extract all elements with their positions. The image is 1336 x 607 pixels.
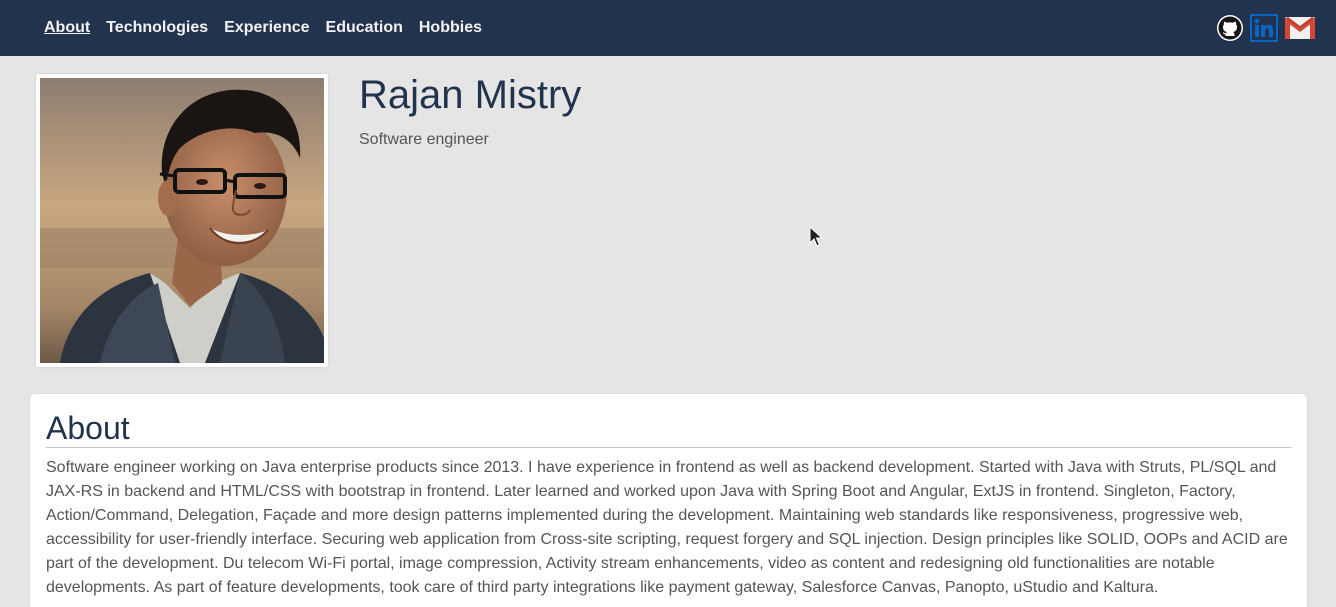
nav-link-experience[interactable]: Experience [224,19,309,37]
nav-link-technologies[interactable]: Technologies [106,19,208,37]
nav-link-hobbies[interactable]: Hobbies [419,19,482,37]
about-text: Software engineer working on Java enterp… [46,459,1288,596]
nav-links: About Technologies Experience Education … [44,19,498,37]
about-section: About Software engineer working on Java … [29,393,1308,607]
profile-name: Rajan Mistry [359,73,582,117]
github-icon[interactable] [1216,14,1244,42]
nav-link-about[interactable]: About [44,19,90,37]
profile-title: Software engineer [359,131,489,148]
profile-header: Rajan Mistry Software engineer [0,56,1336,384]
linkedin-icon[interactable] [1250,14,1278,42]
top-navbar: About Technologies Experience Education … [0,0,1336,56]
gmail-icon[interactable] [1284,14,1316,42]
mouse-cursor-icon [809,226,823,247]
social-links [1210,14,1316,42]
nav-link-education[interactable]: Education [326,19,403,37]
profile-photo-frame [36,74,328,367]
profile-photo [40,78,324,363]
about-heading: About [46,410,130,446]
about-divider [46,447,1292,448]
